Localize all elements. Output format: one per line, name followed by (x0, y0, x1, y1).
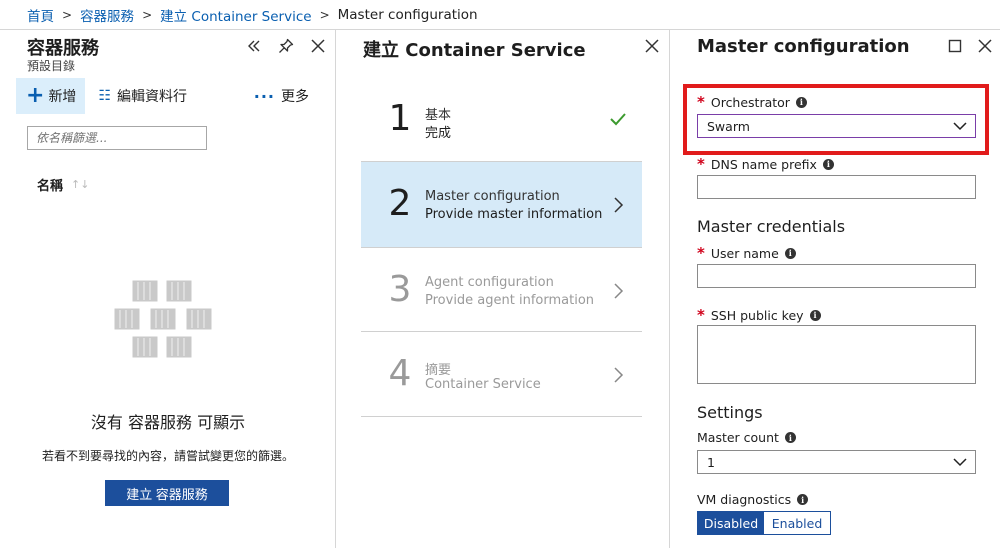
step-subtitle: Container Service (425, 377, 541, 392)
vm-diagnostics-enabled-option[interactable]: Enabled (764, 512, 830, 534)
edit-columns-button[interactable]: ☷ 編輯資料行 (98, 78, 187, 114)
master-count-label-text: Master count (697, 430, 779, 445)
user-name-input[interactable] (697, 264, 976, 288)
vm-diagnostics-label-text: VM diagnostics (697, 492, 792, 507)
ssh-key-label: * SSH public key i (697, 306, 821, 324)
required-icon: * (697, 306, 705, 324)
empty-state-hint: 若看不到要尋找的內容，請嘗試變更您的篩選。 (41, 449, 294, 463)
maximize-icon[interactable] (946, 37, 964, 55)
wizard-step-master-configuration[interactable]: 2 Master configuration Provide master in… (361, 162, 642, 247)
user-name-label-text: User name (710, 245, 779, 261)
step-number: 4 (388, 353, 412, 394)
breadcrumb-separator-icon: > (62, 7, 73, 22)
more-button[interactable]: ··· 更多 (254, 78, 309, 114)
close-icon[interactable] (643, 37, 661, 55)
command-bar: + 新增 ☷ 編輯資料行 ··· 更多 (16, 78, 318, 114)
breadcrumb-container-services[interactable]: 容器服務 (80, 5, 134, 25)
annotation-highlight-box (683, 84, 989, 155)
vm-diagnostics-label: VM diagnostics i (697, 492, 809, 507)
wizard-steps: 1 基本 完成 2 Master configuration Provide m… (361, 77, 642, 417)
more-label: 更多 (281, 89, 309, 105)
ssh-key-textarea[interactable] (697, 325, 976, 384)
create-wizard-blade: 建立 Container Service 1 基本 完成 2 Master co… (336, 29, 670, 548)
close-icon[interactable] (976, 37, 994, 55)
info-icon[interactable]: i (822, 158, 834, 170)
info-icon[interactable]: i (784, 247, 796, 259)
empty-state-title: 沒有 容器服務 可顯示 (90, 413, 246, 432)
chevron-down-icon (953, 458, 967, 467)
user-name-label: * User name i (697, 244, 796, 262)
breadcrumb: 首頁 > 容器服務 > 建立 Container Service > Maste… (0, 0, 1000, 29)
breadcrumb-separator-icon: > (319, 7, 330, 22)
name-column-label: 名稱 (37, 179, 64, 194)
breadcrumb-create-container-service[interactable]: 建立 Container Service (160, 5, 311, 25)
breadcrumb-current: Master configuration (337, 6, 478, 23)
close-icon[interactable] (309, 37, 327, 55)
dns-prefix-input[interactable] (697, 175, 976, 199)
blade-subtitle: 預設目錄 (27, 59, 76, 73)
columns-icon: ☷ (98, 88, 111, 104)
master-count-label: Master count i (697, 430, 796, 445)
filter-input[interactable] (27, 126, 207, 150)
add-button[interactable]: + 新增 (16, 78, 86, 114)
step-number: 1 (388, 98, 412, 139)
sort-icon: ↑↓ (71, 178, 90, 191)
step-title: Master configuration (425, 189, 560, 204)
chevron-right-icon (614, 283, 624, 299)
checkmark-icon (610, 113, 626, 126)
required-icon: * (697, 244, 705, 262)
wizard-step-basics[interactable]: 1 基本 完成 (361, 77, 642, 162)
create-container-service-button[interactable]: 建立 容器服務 (105, 480, 229, 506)
add-button-label: 新增 (48, 89, 77, 105)
blade-title: Master configuration (697, 36, 910, 57)
wizard-step-summary[interactable]: 4 摘要 Container Service (361, 332, 642, 417)
wizard-step-agent-configuration[interactable]: 3 Agent configuration Provide agent info… (361, 247, 642, 332)
step-subtitle: 完成 (425, 126, 452, 141)
container-services-illustration-icon (113, 280, 213, 359)
ssh-key-label-text: SSH public key (710, 307, 804, 323)
pin-icon[interactable] (277, 37, 295, 55)
info-icon[interactable]: i (797, 494, 809, 505)
vm-diagnostics-toggle: Disabled Enabled (697, 511, 831, 535)
master-count-select[interactable]: 1 (697, 450, 976, 474)
info-icon[interactable]: i (809, 309, 821, 321)
plus-icon: + (26, 83, 45, 108)
vm-diagnostics-disabled-option[interactable]: Disabled (698, 512, 764, 534)
breadcrumb-home[interactable]: 首頁 (27, 5, 54, 25)
step-subtitle: Provide master information (425, 207, 603, 222)
container-services-blade: 容器服務 預設目錄 + 新增 ☷ 編輯資料行 ··· 更多 名稱 ↑↓ (0, 29, 336, 548)
step-title: 摘要 (425, 363, 452, 378)
chevron-right-icon (614, 197, 624, 213)
step-title: Agent configuration (425, 275, 554, 290)
required-icon: * (697, 155, 705, 173)
master-count-value: 1 (707, 454, 715, 470)
name-column-header[interactable]: 名稱 ↑↓ (37, 175, 89, 194)
edit-columns-label: 編輯資料行 (117, 89, 187, 105)
master-credentials-heading: Master credentials (697, 217, 846, 236)
chevron-right-icon (614, 367, 624, 383)
breadcrumb-separator-icon: > (142, 7, 153, 22)
step-number: 3 (388, 269, 412, 310)
info-icon[interactable]: i (784, 432, 796, 443)
step-title: 基本 (425, 108, 452, 123)
dns-prefix-label-text: DNS name prefix (710, 156, 817, 172)
collapse-icon[interactable] (245, 37, 263, 55)
step-number: 2 (388, 183, 412, 224)
step-subtitle: Provide agent information (425, 293, 595, 308)
settings-heading: Settings (697, 403, 763, 422)
ellipsis-icon: ··· (253, 86, 275, 106)
dns-prefix-label: * DNS name prefix i (697, 155, 834, 173)
blade-title: 建立 Container Service (363, 40, 586, 61)
